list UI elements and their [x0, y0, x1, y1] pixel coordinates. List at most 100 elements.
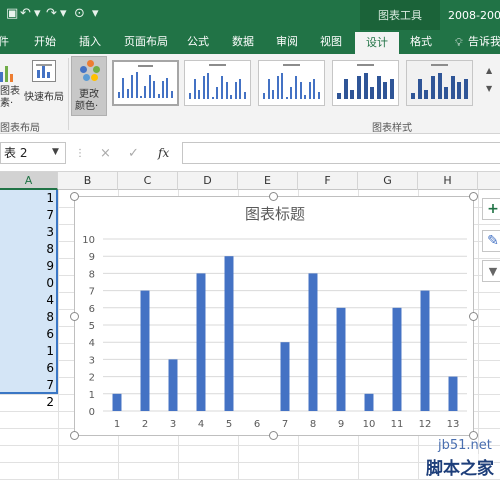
- column-header-h[interactable]: H: [418, 172, 478, 190]
- redo-dropdown-icon[interactable]: ▾: [60, 6, 67, 21]
- cancel-icon[interactable]: ×: [100, 146, 111, 161]
- cell-a8[interactable]: 8: [0, 309, 56, 326]
- save-icon[interactable]: ▣: [6, 6, 18, 21]
- y-tick-label: 5: [89, 321, 95, 332]
- resize-handle-top[interactable]: [269, 192, 278, 201]
- filter-icon: ▼: [488, 264, 498, 278]
- tab-home[interactable]: 开始: [34, 30, 56, 54]
- plus-icon: +: [487, 201, 499, 217]
- cell-a4[interactable]: 8: [0, 241, 56, 258]
- cell-a3[interactable]: 3: [0, 224, 56, 241]
- cell-a1[interactable]: 1: [0, 190, 56, 207]
- chart-object[interactable]: 图表标题 0 1 2 3 4 5 6 7 8 9 10 1 2 3 4 5 6 7 8 9 10 11 12 13: [74, 196, 474, 436]
- tab-insert[interactable]: 插入: [79, 30, 101, 54]
- grid-row-line: [0, 462, 500, 463]
- lightbulb-icon[interactable]: 💡︎: [455, 36, 463, 50]
- chart-filters-button[interactable]: ▼: [482, 260, 500, 282]
- column-header-a[interactable]: A: [0, 172, 58, 190]
- column-header-g[interactable]: G: [358, 172, 418, 190]
- resize-handle-bottom[interactable]: [269, 431, 278, 440]
- tab-view[interactable]: 视图: [320, 30, 342, 54]
- add-chart-element-button[interactable]: 图表 素·: [0, 58, 20, 118]
- cell-a13[interactable]: 2: [0, 394, 56, 411]
- more-options-icon[interactable]: ⋮: [75, 148, 85, 159]
- bar: [420, 290, 430, 411]
- bar: [364, 393, 374, 411]
- x-tick-label: 6: [254, 419, 260, 430]
- bar: [392, 307, 402, 411]
- chart-layouts-group-label: 图表布局: [0, 123, 40, 134]
- cell-a7[interactable]: 4: [0, 292, 56, 309]
- resize-handle-bottom-left[interactable]: [70, 431, 79, 440]
- group-divider: [68, 58, 69, 130]
- tab-data[interactable]: 数据: [232, 30, 254, 54]
- x-tick-label: 5: [226, 419, 232, 430]
- formula-input[interactable]: [182, 142, 500, 164]
- y-tick-label: 1: [89, 390, 95, 401]
- chart-styles-button[interactable]: ✎: [482, 230, 500, 252]
- bar: [140, 290, 150, 411]
- tab-formulas[interactable]: 公式: [187, 30, 209, 54]
- bar: [112, 393, 122, 411]
- chart-plot-area[interactable]: 0123456789101 2 3 4 5 6 7 8 9 10 11 12 13: [75, 197, 475, 437]
- chevron-down-icon[interactable]: ▼: [52, 147, 59, 157]
- bar: [196, 273, 206, 411]
- customize-quick-access-icon[interactable]: ▾: [92, 6, 99, 21]
- tab-page-layout[interactable]: 页面布局: [124, 30, 168, 54]
- color-palette-icon: [79, 60, 101, 82]
- tell-me-search[interactable]: 告诉我: [468, 30, 500, 54]
- cell-a12[interactable]: 7: [0, 377, 56, 394]
- insert-function-icon[interactable]: fx: [158, 146, 169, 160]
- undo-icon[interactable]: ↶: [20, 6, 31, 21]
- column-headers: A B C D E F G H: [0, 172, 500, 190]
- y-tick-label: 9: [89, 252, 95, 263]
- cell-a10[interactable]: 1: [0, 343, 56, 360]
- resize-handle-right[interactable]: [469, 312, 478, 321]
- column-header-c[interactable]: C: [118, 172, 178, 190]
- column-header-f[interactable]: F: [298, 172, 358, 190]
- chart-style-1[interactable]: [112, 60, 179, 106]
- quick-layout-button[interactable]: 快速布局: [24, 58, 66, 118]
- resize-handle-top-right[interactable]: [469, 192, 478, 201]
- cell-a5[interactable]: 9: [0, 258, 56, 275]
- chart-style-4[interactable]: [332, 60, 399, 106]
- change-colors-button[interactable]: 更改 颜色·: [71, 56, 107, 116]
- cell-a2[interactable]: 7: [0, 207, 56, 224]
- redo-icon[interactable]: ↷: [46, 6, 57, 21]
- quick-layout-label: 快速布局: [24, 92, 64, 103]
- cell-a11[interactable]: 6: [0, 360, 56, 377]
- tab-review[interactable]: 审阅: [276, 30, 298, 54]
- resize-handle-left[interactable]: [70, 312, 79, 321]
- y-tick-label: 8: [89, 269, 95, 280]
- undo-dropdown-icon[interactable]: ▾: [34, 6, 41, 21]
- x-tick-label: 12: [419, 419, 432, 430]
- column-header-b[interactable]: B: [58, 172, 118, 190]
- ribbon-tab-bar: 件 开始 插入 页面布局 公式 数据 审阅 视图 设计 格式: [0, 30, 500, 54]
- title-bar: ▣ ↶ ▾ ↷ ▾ ⊙ ▾ 图表工具 2008-2009年: [0, 0, 500, 30]
- brush-icon: ✎: [487, 233, 499, 249]
- resize-handle-top-left[interactable]: [70, 192, 79, 201]
- column-header-e[interactable]: E: [238, 172, 298, 190]
- column-header-i[interactable]: [478, 172, 500, 190]
- enter-icon[interactable]: ✓: [128, 146, 139, 161]
- touch-mode-icon[interactable]: ⊙: [74, 6, 85, 21]
- add-chart-element-label-1: 图表: [0, 86, 20, 97]
- window-title: 2008-2009年: [448, 9, 500, 22]
- scroll-up-icon[interactable]: ▲: [486, 66, 492, 75]
- column-header-d[interactable]: D: [178, 172, 238, 190]
- chart-elements-button[interactable]: +: [482, 198, 500, 220]
- formula-bar: 表 2 ▼ ⋮ × ✓ fx: [0, 134, 500, 172]
- ribbon-design: 图表 素· 快速布局 图表布局 更改 颜色· ▲ ▼ 图表样式: [0, 54, 500, 134]
- cell-a9[interactable]: 6: [0, 326, 56, 343]
- scroll-down-icon[interactable]: ▼: [486, 84, 492, 93]
- chart-style-5[interactable]: [406, 60, 473, 106]
- chart-style-3[interactable]: [258, 60, 325, 106]
- tab-design[interactable]: 设计: [355, 32, 399, 54]
- y-tick-label: 6: [89, 304, 95, 315]
- cell-a6[interactable]: 0: [0, 275, 56, 292]
- tab-format[interactable]: 格式: [410, 30, 432, 54]
- change-colors-label-1: 更改: [79, 89, 99, 100]
- x-tick-label: 9: [338, 419, 344, 430]
- chart-style-2[interactable]: [184, 60, 251, 106]
- tab-file[interactable]: 件: [0, 30, 9, 54]
